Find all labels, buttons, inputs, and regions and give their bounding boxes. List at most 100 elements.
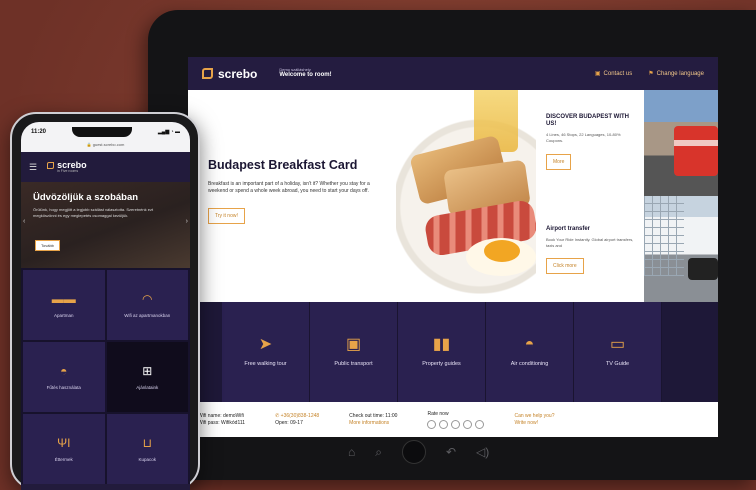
more-button[interactable]: More — [546, 153, 572, 170]
wifi-info: Wifi name: demoWifi Wifi pass: Wifikód11… — [198, 413, 245, 427]
chevron-left-icon[interactable]: ‹ — [23, 218, 25, 225]
contact-link[interactable]: ▣ Contact us — [595, 70, 632, 77]
tile-ajanlataink[interactable]: ⊞ Ajánlataink — [106, 342, 188, 412]
tile-label: TV Guide — [605, 361, 630, 367]
home-button[interactable] — [401, 440, 426, 464]
tile-label: Air conditioning — [510, 361, 549, 367]
rating-options — [427, 419, 485, 429]
tablet-device: screbo Demo szálláshely Welcome to room!… — [148, 10, 756, 480]
back-icon[interactable]: ↶ — [446, 445, 456, 459]
volume-icon[interactable]: ◁) — [476, 445, 489, 459]
status-bar: 11:20 ▂▄▆ ◔ ▬ — [21, 122, 190, 142]
tile-label: Property guides — [422, 361, 461, 367]
home-icon[interactable]: ⌂ — [348, 445, 355, 459]
search-icon[interactable]: ⌕ — [375, 445, 382, 460]
card-title: DISCOVER BUDAPEST WITH US! — [546, 114, 630, 128]
phone-tiles: ▬▬ Apartman ◠ Wifi az apartmanokban ◓ Fű… — [21, 268, 190, 484]
phone-logo[interactable]: screbo in Five rooms — [47, 160, 87, 174]
clock: 11:20 — [31, 129, 47, 135]
phone-hero-title: Üdvözöljük a szobában — [33, 192, 139, 203]
tile-ettermek[interactable]: ΨΙ Éttermek — [23, 414, 105, 484]
bus — [674, 126, 718, 176]
rating-4[interactable] — [463, 419, 473, 429]
service-tiles: ➤ Free walking tour ▣ Public transport ▮… — [188, 302, 718, 402]
card-title: Airport transfer — [546, 226, 591, 232]
hero-text: Budapest Breakfast Card Breakfast is an … — [208, 158, 388, 224]
rate-label: Rate now — [427, 410, 449, 417]
rating-1[interactable] — [427, 419, 437, 429]
tile-apartman[interactable]: ▬▬ Apartman — [23, 270, 105, 340]
hero-section: Budapest Breakfast Card Breakfast is an … — [188, 90, 718, 302]
signal-icon: ▂▄▆ ◔ ▬ — [157, 129, 180, 135]
hamburger-menu-icon[interactable]: ☰ — [29, 162, 37, 173]
help-label: Can we help you? — [514, 412, 555, 419]
tovabb-button[interactable]: Tovább — [35, 240, 60, 251]
checkout-time: Check out time: 11:00 — [349, 412, 398, 419]
rating-3[interactable] — [451, 419, 461, 429]
chevron-right-icon[interactable]: › — [186, 218, 188, 225]
discover-card: DISCOVER BUDAPEST WITH US! 4 Lines, 46 S… — [536, 90, 644, 196]
contact-icon: ▣ — [594, 71, 601, 77]
tablet-system-bar: ⌂ ⌕ ↶ ◁) — [348, 440, 489, 464]
bath-icon: ⊔ — [142, 435, 152, 450]
tile-futes[interactable]: ◓ Fűtés használata — [23, 342, 105, 412]
bed-icon: ▬▬ — [51, 291, 76, 306]
card-description: 4 Lines, 46 Stops, 22 Languages, 10-80% … — [546, 132, 621, 143]
car — [688, 258, 718, 280]
tile-label: Fűtés használata — [46, 384, 81, 390]
flag-icon: ⚑ — [648, 71, 654, 77]
language-link[interactable]: ⚑ Change language — [648, 70, 704, 77]
tile-label: Public transport — [334, 361, 373, 367]
tile-kupacok[interactable]: ⊔ Kupacok — [106, 414, 188, 484]
more-info-link[interactable]: More informations — [349, 420, 397, 427]
rating-5[interactable] — [475, 419, 485, 429]
bus-window-strip — [674, 140, 718, 146]
wifi-pass: Wifi pass: Wifikód111 — [198, 419, 246, 426]
tile-free-walking-tour[interactable]: ➤ Free walking tour — [222, 302, 310, 402]
tile-public-transport[interactable]: ▣ Public transport — [310, 302, 398, 402]
url-bar[interactable]: 🔒 guest.screbo.com — [21, 142, 190, 152]
breakfast-image — [396, 90, 536, 302]
terminal-glass — [644, 196, 684, 276]
rating-2[interactable] — [439, 419, 449, 429]
click-more-button[interactable]: Click more — [546, 258, 584, 275]
egg-yolk — [484, 240, 520, 262]
logo-subtitle: in Five rooms — [57, 168, 79, 173]
book-icon: ▮▮ — [432, 336, 451, 353]
logo-mark-icon — [202, 68, 213, 79]
tile-label: Wifi az apartmanokban — [124, 312, 171, 318]
welcome-block: Demo szálláshely Welcome to room! — [279, 67, 332, 79]
hero-description: Breakfast is an important part of a holi… — [208, 181, 370, 195]
card-description: Book Your Ride Instantly. Global airport… — [546, 237, 634, 248]
tablet-header: screbo Demo szálláshely Welcome to room!… — [188, 57, 718, 90]
notch — [71, 127, 132, 137]
header-links: ▣ Contact us ⚑ Change language — [595, 70, 704, 77]
tv-icon: ▭ — [609, 336, 626, 353]
try-it-button[interactable]: Try it now! — [208, 207, 245, 224]
phone-device: 11:20 ▂▄▆ ◔ ▬ 🔒 guest.screbo.com ☰ screb… — [10, 112, 200, 490]
logo-text: screbo — [218, 66, 258, 81]
tile-label: Ajánlataink — [136, 384, 159, 390]
hero-title: Budapest Breakfast Card — [208, 158, 358, 172]
checkout-info: Check out time: 11:00 More informations — [349, 413, 397, 427]
tile-label: Free walking tour — [244, 361, 287, 367]
write-link[interactable]: Write now! — [514, 420, 554, 427]
tile-wifi[interactable]: ◠ Wifi az apartmanokban — [106, 270, 188, 340]
fan-icon: ◓ — [524, 336, 535, 353]
tile-property-guides[interactable]: ▮▮ Property guides — [398, 302, 486, 402]
rate-block: Rate now — [427, 410, 485, 429]
cursor-icon: ➤ — [258, 336, 273, 353]
tile-label: Apartman — [53, 312, 74, 318]
welcome-text: Welcome to room! — [279, 72, 332, 79]
bus-icon: ▣ — [345, 336, 362, 353]
tile-air-conditioning[interactable]: ◓ Air conditioning — [486, 302, 574, 402]
phone-info: ✆ +36(30)838-1248 Open: 09-17 — [275, 413, 319, 427]
heater-icon: ◓ — [60, 363, 68, 378]
open-hours: Open: 09-17 — [275, 419, 303, 426]
tablet-screen: screbo Demo szálláshely Welcome to room!… — [188, 57, 718, 437]
tablet-logo[interactable]: screbo — [202, 67, 257, 81]
phone-link[interactable]: ✆ +36(30)838-1248 — [275, 413, 319, 420]
wifi-icon: ◠ — [142, 291, 153, 306]
tile-label: Éttermek — [54, 456, 73, 462]
tile-tv-guide[interactable]: ▭ TV Guide — [574, 302, 662, 402]
